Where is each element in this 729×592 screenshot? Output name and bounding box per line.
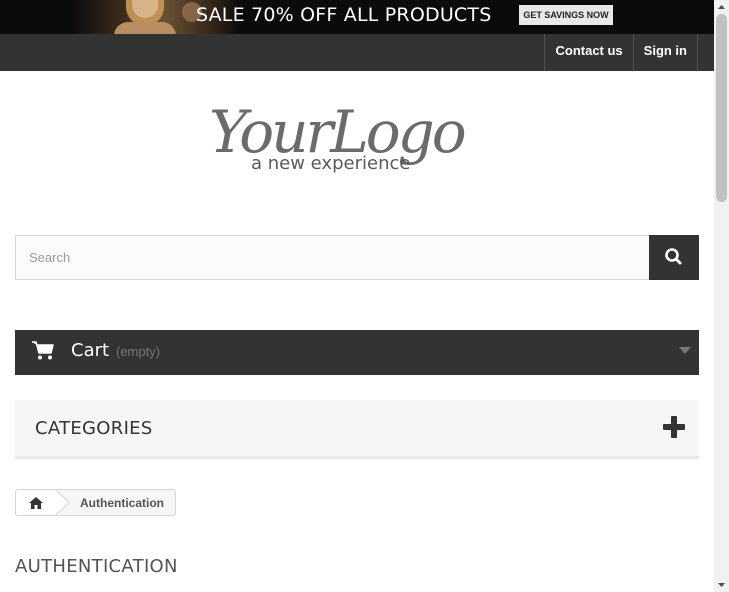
site-logo[interactable]: YourLogo a new experience [205, 92, 495, 176]
plus-icon[interactable] [663, 416, 685, 438]
cart-label: Cart [71, 340, 110, 361]
breadcrumb-current: Authentication [80, 495, 164, 510]
banner-headline: SALE 70% OFF ALL PRODUCTS [196, 4, 492, 26]
scrollbar-thumb[interactable] [716, 14, 727, 202]
breadcrumb-home[interactable] [16, 490, 56, 515]
sign-in-link[interactable]: Sign in [632, 34, 698, 71]
cart-status: (empty) [116, 344, 161, 359]
search-input[interactable] [15, 235, 650, 280]
caret-down-icon[interactable] [679, 347, 691, 355]
cart-block[interactable]: Cart (empty) [15, 330, 699, 375]
scroll-down-arrow-icon[interactable] [714, 578, 729, 592]
shopping-cart-icon [32, 341, 54, 360]
get-savings-button[interactable]: GET SAVINGS NOW [519, 5, 613, 25]
page-title: AUTHENTICATION [15, 556, 178, 577]
promo-banner[interactable]: SALE 70% OFF ALL PRODUCTS GET SAVINGS NO… [0, 0, 714, 34]
scroll-up-arrow-icon[interactable] [714, 0, 729, 14]
breadcrumb-separator [56, 490, 70, 515]
logo-tagline: a new experience [251, 153, 410, 174]
contact-us-link[interactable]: Contact us [544, 34, 632, 71]
top-nav-bar: Contact us Sign in [0, 34, 714, 71]
breadcrumb: Authentication [15, 489, 176, 516]
search-icon [665, 248, 682, 265]
categories-block[interactable]: CATEGORIES [15, 400, 699, 459]
home-icon [29, 496, 43, 509]
search-button[interactable] [649, 235, 699, 280]
categories-title: CATEGORIES [35, 418, 153, 439]
